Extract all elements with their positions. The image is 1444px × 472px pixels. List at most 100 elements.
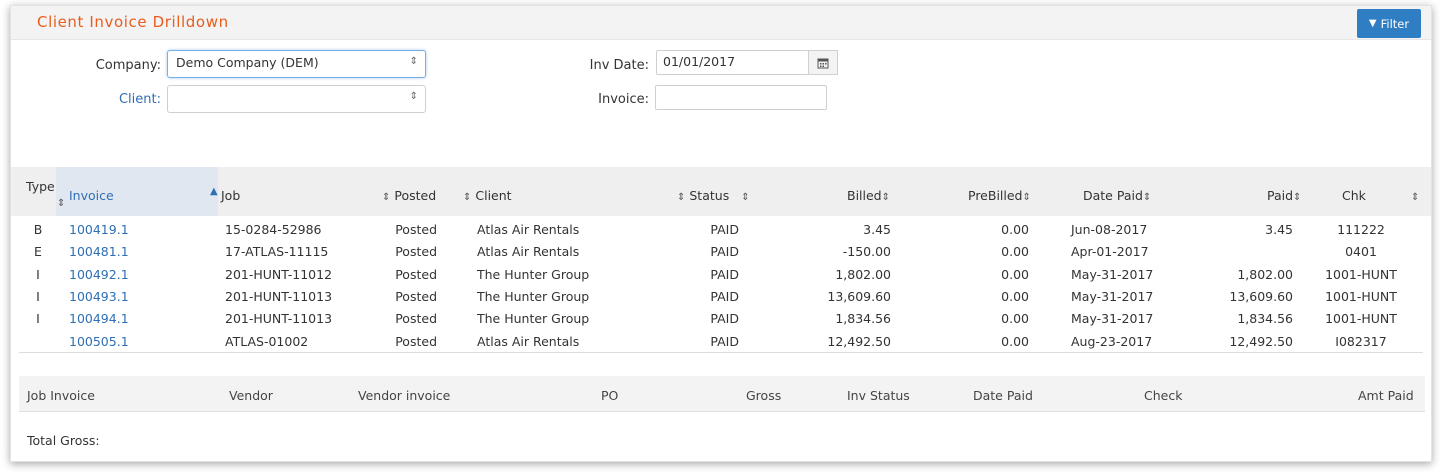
- cell-posted: Posted: [395, 288, 437, 304]
- table-row[interactable]: I 100493.1 201-HUNT-11013 Posted The Hunter …: [11, 286, 1431, 308]
- invoice-input[interactable]: [655, 85, 827, 110]
- column-header-paid[interactable]: Paid⇕: [1267, 188, 1301, 203]
- table-row[interactable]: 100505.1 ATLAS-01002 Posted Atlas Air Renta…: [11, 331, 1431, 353]
- company-select-value: Demo Company (DEM): [176, 55, 319, 70]
- invoice-link[interactable]: 100505.1: [69, 334, 209, 349]
- cell-billed: 3.45: [863, 222, 891, 237]
- column-header-check[interactable]: Check: [1144, 388, 1182, 403]
- sort-icon[interactable]: ⇕: [1411, 188, 1419, 203]
- total-gross-label: Total Gross:: [27, 433, 100, 448]
- inv-date-input[interactable]: 01/01/2017: [656, 50, 809, 75]
- sort-icon: ⇕: [463, 192, 472, 203]
- cell-chk: 0401: [1345, 244, 1377, 260]
- column-header-date-paid[interactable]: Date Paid: [973, 388, 1033, 403]
- cell-status: PAID: [710, 288, 739, 304]
- invoice-link[interactable]: 100492.1: [69, 267, 209, 282]
- cell-paid: 1,802.00: [1237, 266, 1293, 282]
- column-header-date-paid[interactable]: Date Paid⇕: [1083, 188, 1151, 203]
- cell-status: PAID: [710, 266, 739, 282]
- invoice-table-header: Type ⇕ Invoice ▲ Job ⇕ Posted ⇕ Client ⇕…: [11, 167, 1431, 216]
- sort-icon: ⇕: [1293, 192, 1302, 203]
- cell-billed: -150.00: [842, 244, 891, 260]
- table-row[interactable]: I 100492.1 201-HUNT-11012 Posted The Hunter …: [11, 264, 1431, 286]
- table-row[interactable]: B 100419.1 15-0284-52986 Posted Atlas Air Re…: [11, 219, 1431, 241]
- invoice-link[interactable]: 100419.1: [69, 222, 209, 237]
- cell-chk: 1001-HUNT: [1325, 288, 1397, 304]
- cell-client: The Hunter Group: [477, 288, 590, 304]
- column-header-inv-status[interactable]: Inv Status: [847, 388, 910, 403]
- column-header-invoice[interactable]: Invoice: [69, 188, 114, 203]
- cell-prebilled: 0.00: [1001, 244, 1029, 260]
- filter-button[interactable]: ▼ Filter: [1357, 9, 1421, 38]
- inv-date-label: Inv Date:: [589, 58, 649, 73]
- cell-client: Atlas Air Rentals: [477, 222, 580, 237]
- cell-job: 201-HUNT-11013: [225, 288, 333, 304]
- cell-date-paid: Aug-23-2017: [1071, 333, 1153, 349]
- column-header-chk[interactable]: Chk: [1342, 188, 1366, 203]
- cell-posted: Posted: [395, 311, 437, 327]
- cell-chk: I082317: [1335, 333, 1387, 349]
- cell-paid: 1,834.56: [1237, 311, 1293, 327]
- cell-status: PAID: [710, 222, 739, 237]
- cell-posted: Posted: [395, 333, 437, 349]
- sort-icon[interactable]: ⇕: [57, 194, 65, 209]
- calendar-icon: [817, 58, 829, 68]
- cell-prebilled: 0.00: [1001, 333, 1029, 349]
- table-row[interactable]: I 100494.1 201-HUNT-11013 Posted The Hunter …: [11, 308, 1431, 330]
- vendor-table-header: Job Invoice Vendor Vendor invoice PO Gro…: [19, 376, 1425, 412]
- chevron-updown-icon: ⇕: [409, 56, 418, 67]
- sort-icon: ⇕: [741, 192, 750, 203]
- cell-type: E: [34, 244, 42, 260]
- sort-icon: ⇕: [1022, 192, 1031, 203]
- cell-job: ATLAS-01002: [225, 333, 309, 349]
- cell-status: PAID: [710, 311, 739, 327]
- sort-asc-icon[interactable]: ▲: [210, 182, 218, 197]
- invoice-link[interactable]: 100493.1: [69, 289, 209, 304]
- column-header-billed[interactable]: Billed⇕: [847, 188, 890, 203]
- cell-billed: 12,492.50: [827, 333, 891, 349]
- column-header-po[interactable]: PO: [601, 388, 618, 403]
- cell-date-paid: May-31-2017: [1071, 311, 1154, 327]
- cell-client: The Hunter Group: [477, 311, 590, 327]
- column-header-amt-paid[interactable]: Amt Paid: [1358, 388, 1414, 403]
- cell-type: I: [36, 311, 40, 327]
- column-header-vendor[interactable]: Vendor: [229, 388, 273, 403]
- column-header-job-invoice[interactable]: Job Invoice: [27, 388, 95, 403]
- cell-chk: 1001-HUNT: [1325, 266, 1397, 282]
- column-header-posted[interactable]: ⇕ Posted: [382, 188, 436, 203]
- invoice-link[interactable]: 100481.1: [69, 244, 209, 259]
- cell-client: Atlas Air Rentals: [477, 333, 580, 349]
- company-select[interactable]: Demo Company (DEM) ⇕: [167, 50, 426, 78]
- column-header-client[interactable]: ⇕ Client: [463, 188, 512, 203]
- client-label[interactable]: Client:: [71, 92, 161, 107]
- cell-posted: Posted: [395, 244, 437, 260]
- cell-job: 201-HUNT-11013: [225, 311, 333, 327]
- table-bottom-divider: [19, 352, 1423, 353]
- column-header-gross[interactable]: Gross: [746, 388, 781, 403]
- cell-job: 17-ATLAS-11115: [225, 244, 329, 260]
- column-header-job[interactable]: Job: [221, 188, 240, 203]
- column-header-status[interactable]: ⇕ Status ⇕: [677, 188, 750, 203]
- column-header-vendor-invoice[interactable]: Vendor invoice: [358, 388, 450, 403]
- invoice-link[interactable]: 100494.1: [69, 311, 209, 326]
- cell-type: I: [36, 266, 40, 282]
- column-header-type[interactable]: Type: [26, 179, 55, 194]
- cell-chk: 111222: [1337, 222, 1385, 237]
- table-row[interactable]: E 100481.1 17-ATLAS-11115 Posted Atlas Air R…: [11, 241, 1431, 263]
- cell-client: Atlas Air Rentals: [477, 244, 580, 260]
- page-title: Client Invoice Drilldown: [37, 13, 229, 31]
- column-header-prebilled[interactable]: PreBilled⇕: [968, 188, 1031, 203]
- company-label: Company:: [95, 58, 161, 73]
- cell-date-paid: May-31-2017: [1071, 266, 1154, 282]
- sort-icon: ⇕: [382, 192, 391, 203]
- cell-billed: 1,834.56: [835, 311, 891, 327]
- sort-icon: ⇕: [677, 192, 686, 203]
- cell-paid: 12,492.50: [1229, 333, 1293, 349]
- sort-icon: ⇕: [881, 192, 891, 203]
- cell-type: B: [33, 222, 43, 237]
- cell-paid: 13,609.60: [1229, 288, 1293, 304]
- client-select[interactable]: ⇕: [167, 85, 426, 113]
- cell-prebilled: 0.00: [1001, 266, 1029, 282]
- calendar-button[interactable]: [808, 50, 838, 75]
- cell-client: The Hunter Group: [477, 266, 590, 282]
